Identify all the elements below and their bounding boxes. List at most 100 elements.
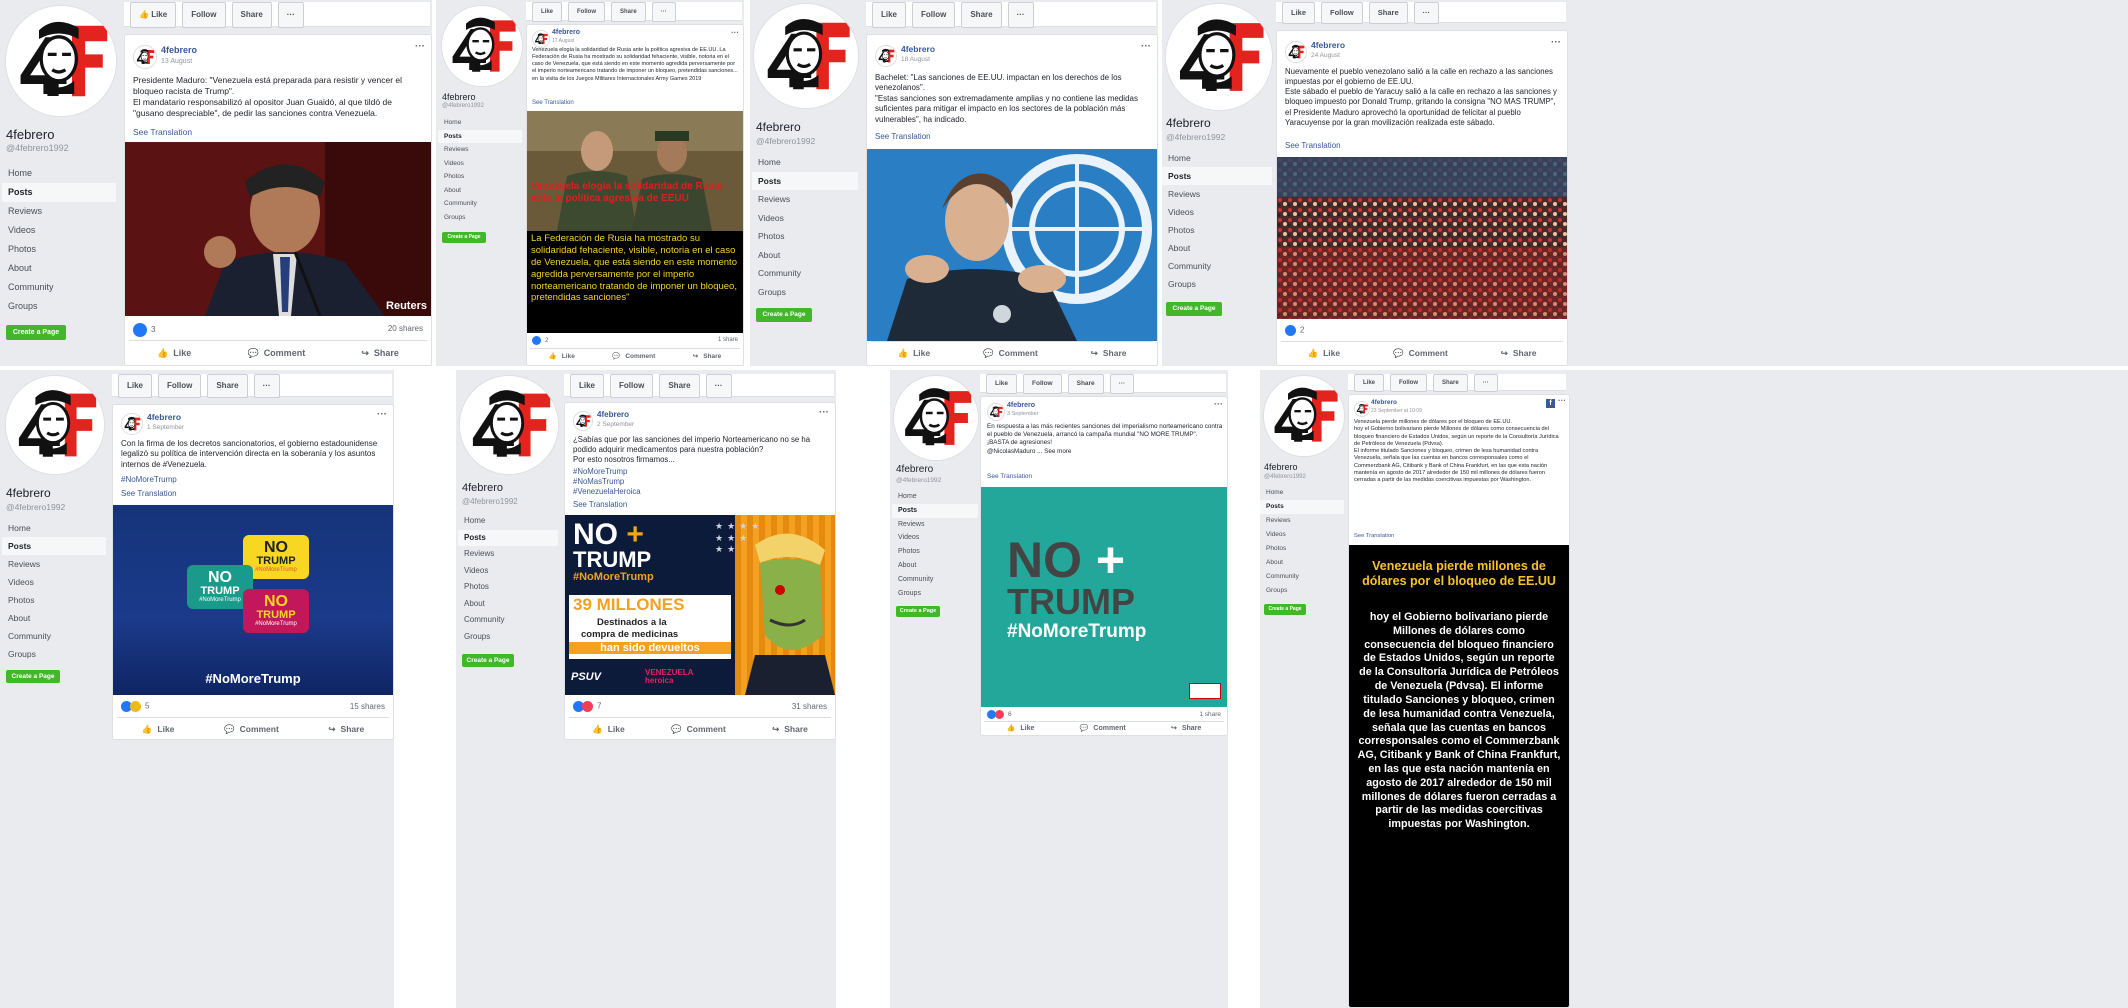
like-page-button[interactable]: Like — [986, 374, 1018, 394]
nav-about[interactable]: About — [458, 596, 558, 613]
nav-photos[interactable]: Photos — [1260, 542, 1344, 556]
see-translation-link[interactable]: See Translation — [987, 473, 1032, 480]
see-translation-link[interactable]: See Translation — [133, 127, 192, 137]
like-action-button[interactable]: 👍 Like — [549, 349, 575, 365]
share-count[interactable]: 1 share — [1199, 711, 1221, 718]
page-logo[interactable] — [6, 6, 116, 116]
create-page-button[interactable]: Create a Page — [1264, 604, 1306, 615]
post-date[interactable]: 23 September at 10:09 — [1371, 408, 1422, 414]
hashtag-link[interactable]: #NoMoreTrump — [573, 467, 641, 477]
nav-groups[interactable]: Groups — [2, 645, 106, 663]
page-logo[interactable] — [894, 376, 978, 460]
nav-about[interactable]: About — [752, 246, 858, 265]
nav-groups[interactable]: Groups — [438, 211, 522, 225]
see-translation-link[interactable]: See Translation — [573, 500, 627, 509]
post-avatar[interactable] — [1285, 41, 1307, 63]
see-translation-link[interactable]: See Translation — [532, 100, 574, 106]
comment-action-button[interactable]: 💬 Comment — [1080, 722, 1126, 735]
nav-community[interactable]: Community — [892, 573, 978, 587]
nav-groups[interactable]: Groups — [752, 283, 858, 302]
post-image-text-card[interactable]: Venezuela pierde millones de dólares por… — [1349, 545, 1569, 1007]
share-count[interactable]: 20 shares — [388, 324, 423, 333]
comment-action-button[interactable]: 💬 Comment — [247, 341, 305, 365]
create-page-button[interactable]: Create a Page — [1166, 302, 1222, 316]
post-author[interactable]: 4febrero — [1311, 40, 1345, 50]
nav-posts[interactable]: Posts — [458, 529, 558, 546]
follow-button[interactable]: Follow — [912, 2, 956, 28]
share-count[interactable]: 31 shares — [792, 702, 827, 711]
nav-reviews[interactable]: Reviews — [2, 555, 106, 573]
page-logo[interactable] — [1166, 4, 1272, 110]
like-action-button[interactable]: 👍 Like — [1307, 342, 1340, 364]
post-image-nomoretrump-teal[interactable]: NO + TRUMP #NoMoreTrump — [981, 487, 1227, 707]
post-date[interactable]: 17 August — [552, 38, 574, 44]
nav-groups[interactable]: Groups — [1162, 275, 1272, 293]
post-avatar[interactable] — [133, 45, 157, 69]
like-action-button[interactable]: 👍 Like — [897, 342, 930, 364]
post-options-icon[interactable]: ··· — [731, 28, 739, 37]
share-action-button[interactable]: ↪ Share — [772, 718, 808, 739]
post-options-icon[interactable]: ··· — [415, 41, 425, 52]
share-count[interactable]: 15 shares — [350, 702, 385, 711]
nav-community[interactable]: Community — [1162, 257, 1272, 275]
post-image-bachelet[interactable] — [867, 149, 1157, 341]
post-image-nomoretrump-bubbles[interactable]: NO TRUMP #NoMoreTrump NO TRUMP #NoMoreTr… — [113, 505, 393, 695]
like-action-button[interactable]: 👍 Like — [142, 718, 175, 739]
follow-button[interactable]: Follow — [1023, 374, 1062, 394]
post-author[interactable]: 4febrero — [1371, 399, 1397, 406]
share-action-button[interactable]: ↪ Share — [1091, 342, 1127, 364]
more-button[interactable]: ··· — [1413, 2, 1440, 24]
post-options-icon[interactable]: ··· — [1214, 399, 1223, 409]
page-name[interactable]: 4febrero — [6, 127, 54, 142]
post-image-russia[interactable]: Venezuela elogia la solidaridad de Rusia… — [527, 111, 743, 333]
reaction-count[interactable]: 2 — [1285, 325, 1304, 336]
share-page-button[interactable]: Share — [659, 374, 700, 398]
create-page-button[interactable]: Create a Page — [6, 670, 60, 683]
nav-home[interactable]: Home — [752, 153, 858, 172]
post-avatar[interactable] — [1354, 401, 1370, 417]
nav-photos[interactable]: Photos — [1162, 221, 1272, 239]
post-avatar[interactable] — [573, 411, 593, 431]
see-translation-link[interactable]: See Translation — [1285, 141, 1341, 150]
page-logo[interactable] — [442, 6, 522, 86]
like-page-button[interactable]: 👍 Like — [130, 2, 177, 28]
nav-videos[interactable]: Videos — [2, 573, 106, 591]
more-button[interactable]: ··· — [1007, 2, 1034, 28]
like-page-button[interactable]: Like — [1282, 2, 1316, 24]
follow-button[interactable]: Follow — [1321, 2, 1363, 24]
nav-groups[interactable]: Groups — [458, 629, 558, 646]
more-button[interactable]: ··· — [1473, 374, 1498, 392]
comment-action-button[interactable]: 💬 Comment — [671, 718, 726, 739]
post-date[interactable]: 3 September — [1007, 411, 1039, 417]
share-page-button[interactable]: Share — [207, 374, 248, 398]
share-action-button[interactable]: ↪ Share — [1171, 722, 1201, 735]
share-page-button[interactable]: Share — [231, 2, 272, 28]
more-button[interactable]: ··· — [253, 374, 280, 398]
nav-videos[interactable]: Videos — [458, 563, 558, 580]
like-action-button[interactable]: 👍 Like — [1007, 722, 1035, 735]
post-options-icon[interactable]: ··· — [1551, 37, 1561, 48]
page-logo[interactable] — [1264, 376, 1344, 456]
nav-reviews[interactable]: Reviews — [2, 202, 116, 221]
nav-reviews[interactable]: Reviews — [892, 518, 978, 532]
post-avatar[interactable] — [532, 30, 550, 48]
post-author[interactable]: 4febrero — [161, 45, 197, 55]
like-action-button[interactable]: 👍 Like — [592, 718, 625, 739]
nav-videos[interactable]: Videos — [892, 531, 978, 545]
reaction-count[interactable]: 3 — [133, 323, 155, 337]
post-options-icon[interactable]: ··· — [1558, 396, 1566, 405]
nav-posts[interactable]: Posts — [752, 171, 858, 190]
nav-home[interactable]: Home — [892, 490, 978, 504]
nav-photos[interactable]: Photos — [438, 170, 522, 184]
nav-home[interactable]: Home — [2, 519, 106, 537]
post-avatar[interactable] — [987, 403, 1005, 421]
post-options-icon[interactable]: ··· — [819, 407, 829, 418]
like-page-button[interactable]: Like — [872, 2, 907, 28]
share-action-button[interactable]: ↪ Share — [361, 341, 399, 365]
nav-reviews[interactable]: Reviews — [458, 546, 558, 563]
nav-posts[interactable]: Posts — [2, 537, 106, 555]
nav-photos[interactable]: Photos — [752, 227, 858, 246]
nav-about[interactable]: About — [438, 184, 522, 198]
page-name[interactable]: 4febrero — [1166, 116, 1211, 130]
share-action-button[interactable]: ↪ Share — [1501, 342, 1537, 364]
